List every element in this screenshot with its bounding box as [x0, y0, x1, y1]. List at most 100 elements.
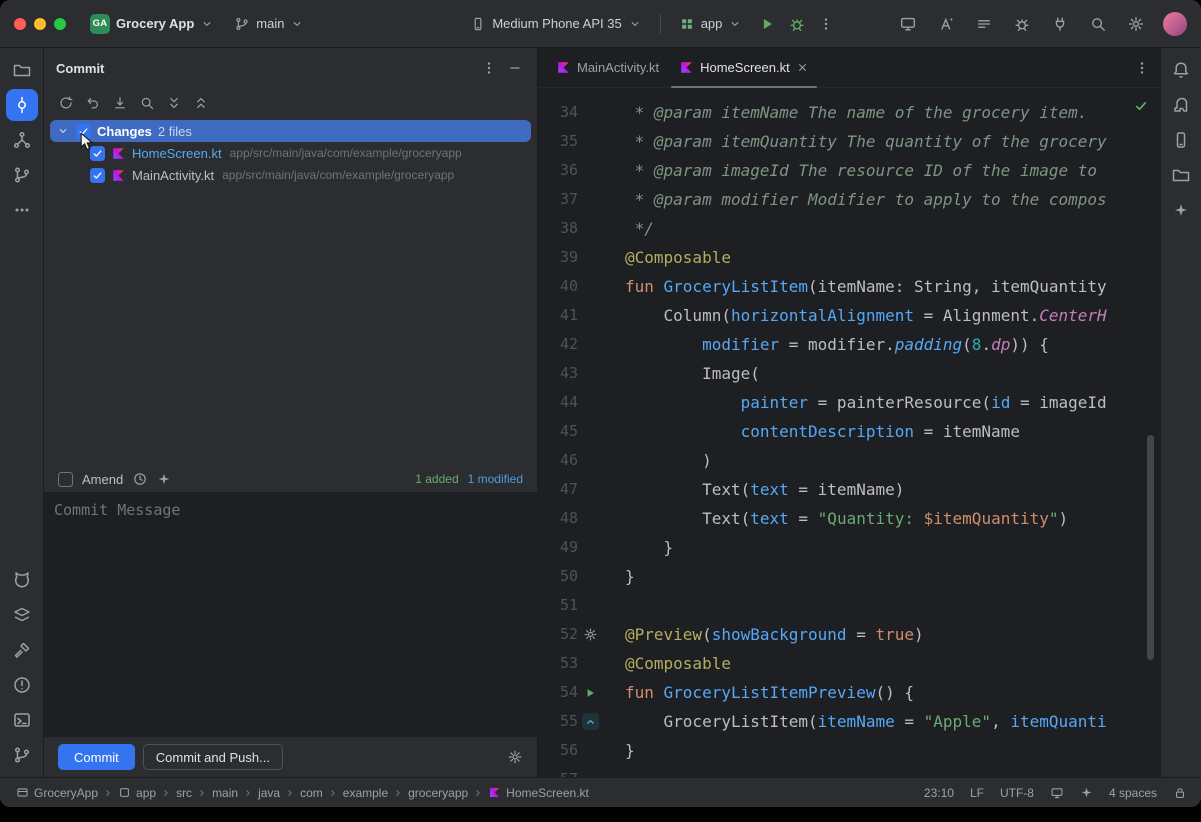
settings-button[interactable]: [1125, 13, 1147, 35]
code-line[interactable]: 46 ): [538, 446, 1160, 475]
close-window-button[interactable]: [14, 18, 26, 30]
file-encoding[interactable]: UTF-8: [1000, 786, 1034, 800]
commit-and-push-button[interactable]: Commit and Push...: [143, 744, 283, 770]
structure-tool-button[interactable]: [6, 124, 38, 156]
code-line[interactable]: 42 modifier = modifier.padding(8.dp)) {: [538, 330, 1160, 359]
preview-settings-gutter-icon[interactable]: [578, 620, 602, 649]
lock-icon[interactable]: [1173, 786, 1187, 800]
refresh-changes-button[interactable]: [56, 93, 76, 113]
notifications-tool-button[interactable]: [1165, 54, 1197, 86]
gemini-sparkle-icon[interactable]: [1080, 786, 1093, 799]
device-manager-tool-button[interactable]: [1165, 124, 1197, 156]
more-tool-windows-button[interactable]: [6, 194, 38, 226]
changes-root-row[interactable]: Changes 2 files: [50, 120, 531, 142]
code-line[interactable]: 41 Column(horizontalAlignment = Alignmen…: [538, 301, 1160, 330]
app-inspection-tool-button[interactable]: [6, 599, 38, 631]
version-control-tool-button[interactable]: [6, 739, 38, 771]
commit-history-icon[interactable]: [132, 471, 148, 487]
code-line[interactable]: 56}: [538, 736, 1160, 765]
collapse-all-button[interactable]: [191, 93, 211, 113]
project-tool-button[interactable]: [6, 54, 38, 86]
problems-tool-button[interactable]: [6, 669, 38, 701]
code-line[interactable]: 51: [538, 591, 1160, 620]
code-area[interactable]: 34 * @param itemName The name of the gro…: [538, 88, 1160, 777]
tab-mainactivity[interactable]: MainActivity.kt: [546, 48, 669, 88]
ask-gemini-button[interactable]: [935, 13, 957, 35]
line-separator[interactable]: LF: [970, 786, 984, 800]
inspections-ok-icon[interactable]: [1134, 99, 1148, 113]
pull-requests-tool-button[interactable]: [6, 159, 38, 191]
code-line[interactable]: 53@Composable: [538, 649, 1160, 678]
profiler-button[interactable]: [1049, 13, 1071, 35]
code-line[interactable]: 35 * @param itemQuantity The quantity of…: [538, 127, 1160, 156]
run-preview-gutter-icon[interactable]: [578, 678, 602, 707]
terminal-tool-button[interactable]: [6, 704, 38, 736]
code-line[interactable]: 39@Composable: [538, 243, 1160, 272]
reader-mode-icon[interactable]: [1050, 786, 1064, 800]
debug-button[interactable]: [786, 13, 808, 35]
file-checkbox[interactable]: [90, 146, 105, 161]
editor-scrollbar[interactable]: [1147, 435, 1154, 660]
run-button[interactable]: [756, 13, 778, 35]
logcat-tool-button[interactable]: [6, 564, 38, 596]
changed-file-row[interactable]: MainActivity.ktapp/src/main/java/com/exa…: [50, 164, 531, 186]
gradle-tool-button[interactable]: [1165, 89, 1197, 121]
run-config-selector[interactable]: app: [673, 12, 749, 36]
tab-homescreen[interactable]: HomeScreen.kt: [669, 48, 819, 88]
rollback-button[interactable]: [83, 93, 103, 113]
commit-tool-button[interactable]: [6, 89, 38, 121]
code-line[interactable]: 43 Image(: [538, 359, 1160, 388]
code-line[interactable]: 52@Preview(showBackground = true): [538, 620, 1160, 649]
running-devices-button[interactable]: [897, 13, 919, 35]
zoom-window-button[interactable]: [54, 18, 66, 30]
gemini-tool-button[interactable]: [1165, 194, 1197, 226]
code-line[interactable]: 57: [538, 765, 1160, 777]
breadcrumb-item[interactable]: src: [174, 786, 194, 800]
breadcrumb-item[interactable]: groceryapp: [406, 786, 470, 800]
breadcrumb-item[interactable]: com: [298, 786, 325, 800]
code-line[interactable]: 44 painter = painterResource(id = imageI…: [538, 388, 1160, 417]
code-line[interactable]: 36 * @param imageId The resource ID of t…: [538, 156, 1160, 185]
code-line[interactable]: 48 Text(text = "Quantity: $itemQuantity"…: [538, 504, 1160, 533]
user-avatar[interactable]: [1163, 12, 1187, 36]
commit-button[interactable]: Commit: [58, 744, 135, 770]
composable-badge-gutter-icon[interactable]: [578, 707, 602, 736]
editor-tabs-more-button[interactable]: [1132, 58, 1152, 78]
commit-message-input[interactable]: Commit Message: [44, 492, 537, 737]
show-diff-button[interactable]: [137, 93, 157, 113]
build-tool-button[interactable]: [6, 634, 38, 666]
expand-all-button[interactable]: [164, 93, 184, 113]
changed-file-row[interactable]: HomeScreen.ktapp/src/main/java/com/examp…: [50, 142, 531, 164]
code-line[interactable]: 49 }: [538, 533, 1160, 562]
indent-size[interactable]: 4 spaces: [1109, 786, 1157, 800]
file-checkbox[interactable]: [90, 168, 105, 183]
caret-position[interactable]: 23:10: [924, 786, 954, 800]
code-line[interactable]: 47 Text(text = itemName): [538, 475, 1160, 504]
code-line[interactable]: 50}: [538, 562, 1160, 591]
changes-checkbox[interactable]: [76, 124, 91, 139]
code-line[interactable]: 55 GroceryListItem(itemName = "Apple", i…: [538, 707, 1160, 736]
more-run-actions-button[interactable]: [816, 14, 836, 34]
ai-commit-message-icon[interactable]: [157, 472, 171, 486]
app-insights-button[interactable]: [1011, 13, 1033, 35]
breadcrumb-item[interactable]: example: [341, 786, 390, 800]
search-everywhere-button[interactable]: [1087, 13, 1109, 35]
breadcrumb-item[interactable]: GroceryApp: [14, 786, 100, 800]
commit-options-gear-icon[interactable]: [507, 749, 523, 765]
breadcrumb-item[interactable]: HomeScreen.kt: [486, 786, 591, 800]
code-line[interactable]: 34 * @param itemName The name of the gro…: [538, 98, 1160, 127]
commit-panel-options-button[interactable]: [479, 58, 499, 78]
device-explorer-tool-button[interactable]: [1165, 159, 1197, 191]
code-line[interactable]: 40fun GroceryListItem(itemName: String, …: [538, 272, 1160, 301]
project-selector[interactable]: GA Grocery App: [84, 10, 220, 38]
close-tab-icon[interactable]: [796, 61, 809, 74]
branch-selector[interactable]: main: [228, 12, 310, 36]
minimize-window-button[interactable]: [34, 18, 46, 30]
device-selector[interactable]: Medium Phone API 35: [464, 12, 647, 36]
breadcrumb-item[interactable]: java: [256, 786, 282, 800]
code-line[interactable]: 54fun GroceryListItemPreview() {: [538, 678, 1160, 707]
amend-checkbox[interactable]: [58, 472, 73, 487]
code-line[interactable]: 45 contentDescription = itemName: [538, 417, 1160, 446]
shelve-button[interactable]: [110, 93, 130, 113]
logcat-toolbar-button[interactable]: [973, 13, 995, 35]
